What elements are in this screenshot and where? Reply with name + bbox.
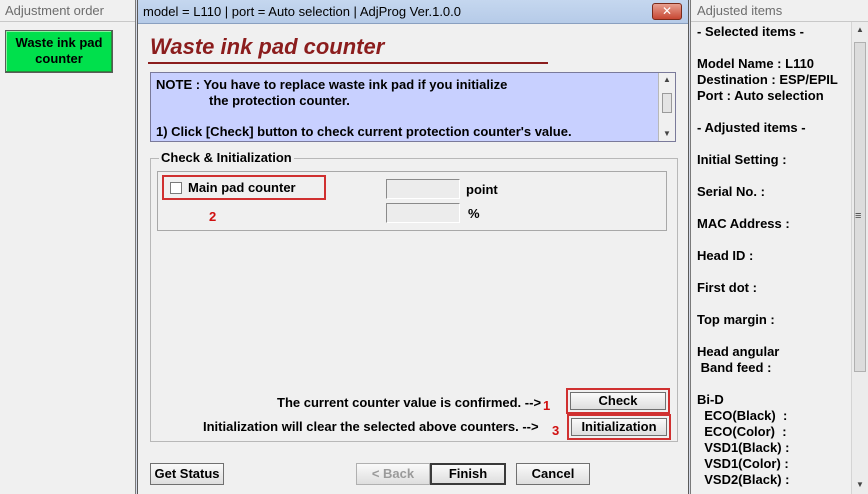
adjusted-item-line: - Selected items -: [697, 24, 804, 39]
adjusted-item-line: First dot :: [697, 280, 757, 295]
adjusted-items-scrollbar[interactable]: ▲ ≡ ▼: [851, 22, 868, 494]
note-text-box: NOTE : You have to replace waste ink pad…: [150, 72, 676, 142]
cancel-button[interactable]: Cancel: [516, 463, 590, 485]
check-button[interactable]: Check: [570, 392, 666, 410]
check-message: The current counter value is confirmed. …: [277, 395, 542, 410]
adjusted-item-line: Top margin :: [697, 312, 775, 327]
scroll-down-icon[interactable]: ▼: [663, 129, 671, 138]
adjusted-item-line: Bi-D: [697, 392, 724, 407]
adjusted-items-list: - Selected items - Model Name : L110 Desti…: [697, 24, 847, 494]
adjustment-order-title: Adjustment order: [0, 0, 135, 22]
annotation-1: 1: [543, 398, 551, 413]
adjusted-item-line: ECO(Black) :: [697, 408, 788, 423]
scroll-down-icon[interactable]: ▼: [856, 480, 864, 489]
point-unit-label: point: [466, 182, 498, 197]
adjusted-item-line: - Adjusted items -: [697, 120, 806, 135]
annotation-3: 3: [552, 423, 560, 438]
point-value-field: [386, 179, 460, 199]
adjusted-items-panel: Adjusted items - Selected items - Model N…: [690, 0, 868, 494]
adjusted-item-line: VSD1(Color) :: [697, 456, 789, 471]
get-status-button[interactable]: Get Status: [150, 463, 224, 485]
initialization-button[interactable]: Initialization: [571, 418, 667, 436]
adjusted-item-line: MAC Address :: [697, 216, 790, 231]
adjusted-item-line: Destination : ESP/EPIL: [697, 72, 838, 87]
counter-selection-box: Main pad counter 2 point %: [157, 171, 667, 231]
note-line-1: NOTE : You have to replace waste ink pad…: [156, 77, 508, 92]
adjusted-item-line: ECO(Color) :: [697, 424, 787, 439]
window-title: model = L110 | port = Auto selection | A…: [143, 4, 462, 19]
adjusted-item-line: Port : Auto selection: [697, 88, 824, 103]
close-button[interactable]: ✕: [652, 3, 682, 20]
initialization-message: Initialization will clear the selected a…: [203, 419, 539, 434]
group-label: Check & Initialization: [159, 150, 294, 165]
waste-ink-pad-counter-item[interactable]: Waste ink pad counter: [5, 30, 113, 73]
back-button[interactable]: < Back: [356, 463, 430, 485]
initialization-highlight: Initialization: [567, 414, 671, 440]
adjusted-item-line: Head ID :: [697, 248, 754, 263]
adjustment-order-panel: Adjustment order Waste ink pad counter: [0, 0, 136, 494]
window-titlebar: model = L110 | port = Auto selection | A…: [138, 0, 688, 24]
adjusted-item-line: Model Name : L110: [697, 56, 815, 71]
title-underline: [148, 62, 548, 64]
adjprog-window: model = L110 | port = Auto selection | A…: [137, 0, 689, 494]
main-pad-counter-label[interactable]: Main pad counter: [188, 180, 296, 195]
adjusted-item-line: VSD1(Black) :: [697, 440, 790, 455]
adjusted-item-line: Serial No. :: [697, 184, 765, 199]
annotation-2: 2: [209, 209, 217, 224]
scroll-up-icon[interactable]: ▲: [856, 25, 864, 34]
main-pad-checkbox[interactable]: [170, 182, 182, 194]
note-line-3: 1) Click [Check] button to check current…: [156, 124, 572, 139]
percent-value-field: [386, 203, 460, 223]
adjusted-item-line: Band feed :: [697, 360, 772, 375]
page-title: Waste ink pad counter: [150, 34, 385, 59]
scroll-up-icon[interactable]: ▲: [663, 75, 671, 84]
finish-button[interactable]: Finish: [430, 463, 506, 485]
note-line-2: the protection counter.: [209, 93, 350, 108]
scroll-grip-icon: ≡: [855, 210, 862, 222]
check-initialization-group: Check & Initialization Main pad counter …: [150, 150, 678, 442]
adjusted-item-line: VSD2(Black) :: [697, 472, 790, 487]
adjusted-item-line: Head angular: [697, 344, 780, 359]
adjusted-item-line: Initial Setting :: [697, 152, 787, 167]
adjusted-scroll-thumb[interactable]: [854, 42, 866, 372]
adjusted-items-title: Adjusted items: [691, 0, 868, 22]
main-pad-highlight: Main pad counter: [162, 175, 326, 200]
note-scrollbar[interactable]: ▲ ▼: [658, 73, 675, 141]
percent-unit-label: %: [468, 206, 480, 221]
note-scroll-thumb[interactable]: [662, 93, 672, 113]
check-highlight: Check: [566, 388, 670, 414]
